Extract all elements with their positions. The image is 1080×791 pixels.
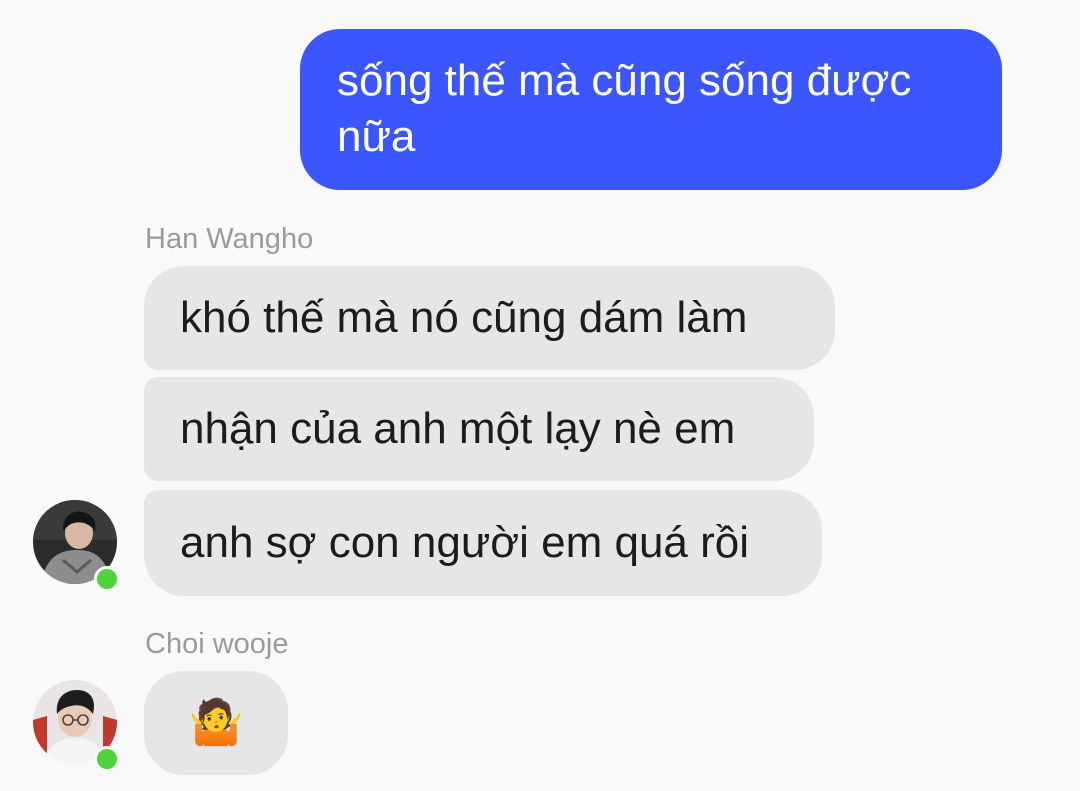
incoming-message-bubble[interactable]: anh sợ con người em quá rồi <box>144 490 822 596</box>
incoming-emoji-bubble[interactable]: 🤷 <box>144 671 288 775</box>
incoming-message-text: khó thế mà nó cũng dám làm <box>180 293 748 342</box>
outgoing-message-text: sống thế mà cũng sống được nữa <box>337 56 912 161</box>
shrug-emoji: 🤷 <box>188 697 244 748</box>
incoming-message-text: anh sợ con người em quá rồi <box>180 518 750 567</box>
incoming-message-bubble[interactable]: nhận của anh một lạy nè em <box>144 377 814 481</box>
sender-name-han-wangho: Han Wangho <box>145 223 314 255</box>
outgoing-message-bubble[interactable]: sống thế mà cũng sống được nữa <box>300 29 1002 190</box>
online-status-indicator <box>94 746 120 772</box>
sender-name-choi-wooje: Choi wooje <box>145 628 289 660</box>
incoming-message-text: nhận của anh một lạy nè em <box>180 404 736 453</box>
online-status-indicator <box>94 566 120 592</box>
incoming-message-bubble[interactable]: khó thế mà nó cũng dám làm <box>144 266 835 370</box>
